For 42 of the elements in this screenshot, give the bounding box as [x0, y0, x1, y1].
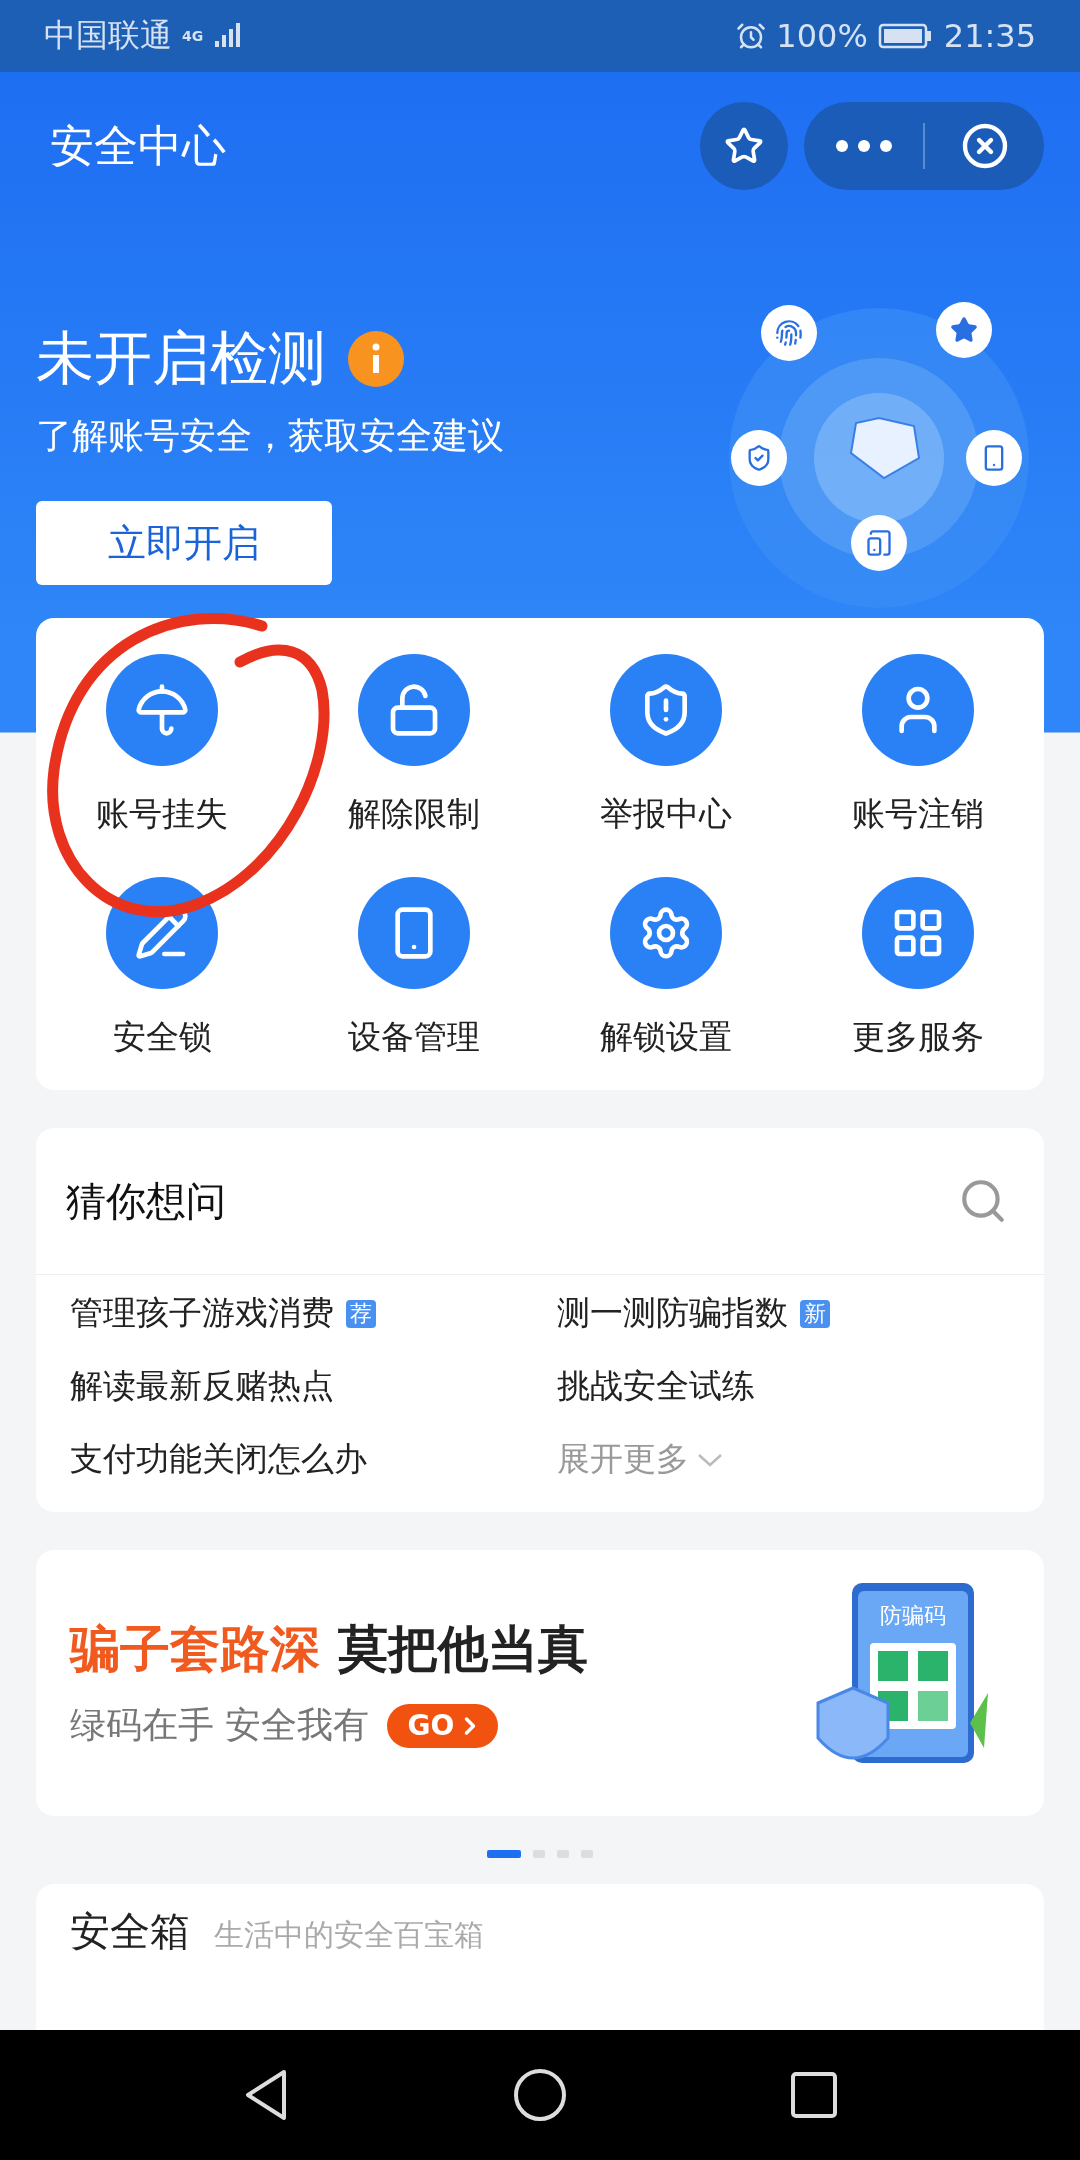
question-link[interactable]: 管理孩子游戏消费 — [70, 1291, 334, 1336]
question-link[interactable]: 支付功能关闭怎么办 — [70, 1437, 367, 1482]
umbrella-icon — [134, 682, 190, 738]
more-icon — [835, 140, 892, 152]
question-link[interactable]: 测一测防骗指数 — [557, 1291, 788, 1336]
service-label[interactable]: 安全锁 — [112, 1015, 212, 1060]
question-badge: 新 — [800, 1299, 830, 1328]
battery-icon — [877, 22, 934, 50]
banner-highlight: 骗子套路深 — [70, 1619, 320, 1680]
service-label[interactable]: 账号挂失 — [96, 792, 228, 837]
star-icon — [724, 126, 764, 166]
service-label[interactable]: 设备管理 — [348, 1015, 480, 1060]
section-subtitle: 生活中的安全百宝箱 — [214, 1916, 484, 1954]
battery-level: 100% — [776, 17, 868, 55]
info-icon[interactable] — [348, 331, 404, 387]
service-label[interactable]: 举报中心 — [600, 792, 732, 837]
carrier-name: 中国联通 — [44, 15, 172, 56]
service-label[interactable]: 更多服务 — [852, 1015, 984, 1060]
enable-button[interactable]: 立即开启 — [36, 501, 332, 585]
question-badge: 荐 — [346, 1299, 376, 1328]
go-button[interactable]: GO — [387, 1703, 499, 1748]
question-link[interactable]: 解读最新反赌热点 — [70, 1364, 334, 1409]
section-title: 猜你想问 — [66, 1176, 226, 1226]
service-label[interactable]: 账号注销 — [852, 792, 984, 837]
home-icon[interactable] — [513, 2068, 567, 2122]
network-type: 4G — [182, 29, 204, 43]
close-icon — [960, 122, 1009, 170]
service-label[interactable]: 解锁设置 — [600, 1015, 732, 1060]
detection-subtitle: 了解账号安全，获取安全建议 — [36, 414, 504, 458]
qr-label: 防骗码 — [880, 1603, 946, 1628]
section-title: 安全箱 — [70, 1907, 190, 1956]
service-label[interactable]: 解除限制 — [348, 792, 480, 837]
alarm-icon — [736, 21, 767, 51]
clock-time: 21:35 — [943, 17, 1036, 55]
detection-status-title: 未开启检测 — [36, 323, 326, 394]
page-title: 安全中心 — [49, 118, 226, 173]
banner-title: 莫把他当真 — [338, 1619, 588, 1680]
promo-banner[interactable]: 骗子套路深 莫把他当真 绿码在手 安全我有 GO 防骗码 — [36, 1550, 1044, 1816]
chevron-down-icon — [697, 1452, 723, 1467]
banner-subtitle: 绿码在手 安全我有 — [70, 1703, 370, 1747]
recents-icon[interactable] — [790, 2071, 839, 2119]
question-link[interactable]: 挑战安全试练 — [557, 1364, 755, 1409]
